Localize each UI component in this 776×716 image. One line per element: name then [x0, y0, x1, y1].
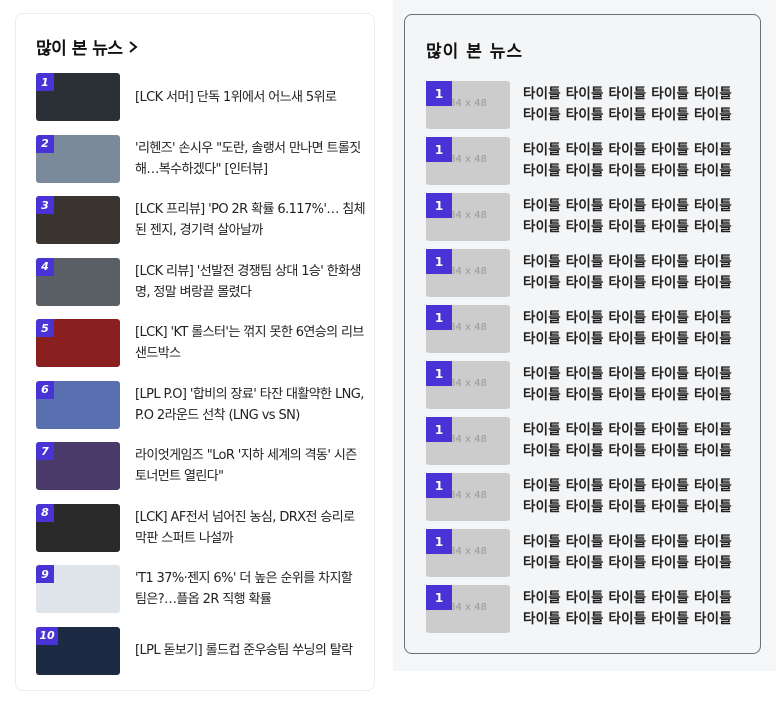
- thumbnail-placeholder: 84 x 48 1: [426, 585, 510, 633]
- rank-badge: 1: [426, 249, 452, 274]
- news-thumbnail: 10: [36, 626, 120, 675]
- rank-badge: 5: [36, 319, 54, 337]
- news-title: [LCK 리뷰] '선발전 경쟁팀 상대 1승' 한화생명, 정말 벼랑끝 몰렸…: [135, 263, 361, 300]
- news-title: 타이틀 타이틀 타이틀 타이틀 타이틀 타이틀 타이틀 타이틀 타이틀 타이틀: [523, 254, 732, 291]
- news-list-item[interactable]: 1 [LCK 서머] 단독 1위에서 어느새 5위로: [36, 72, 366, 122]
- chevron-right-icon: [128, 40, 138, 53]
- rank-badge: 1: [426, 305, 452, 330]
- news-title: 타이틀 타이틀 타이틀 타이틀 타이틀 타이틀 타이틀 타이틀 타이틀 타이틀: [523, 422, 732, 459]
- thumbnail-placeholder: 84 x 48 1: [426, 249, 510, 297]
- news-title: 타이틀 타이틀 타이틀 타이틀 타이틀 타이틀 타이틀 타이틀 타이틀 타이틀: [523, 534, 732, 571]
- news-title: 타이틀 타이틀 타이틀 타이틀 타이틀 타이틀 타이틀 타이틀 타이틀 타이틀: [523, 310, 732, 347]
- news-thumbnail: 5: [36, 319, 120, 367]
- news-list-item[interactable]: 10 [LPL 돋보기] 롤드컵 준우승팀 쑤닝의 탈락: [36, 626, 366, 676]
- rank-badge: 8: [36, 503, 54, 522]
- news-thumbnail: 2: [36, 134, 120, 183]
- placeholder-news-item[interactable]: 84 x 48 1 타이틀 타이틀 타이틀 타이틀 타이틀 타이틀 타이틀 타이틀 …: [426, 249, 741, 297]
- thumbnail-placeholder: 84 x 48 1: [426, 305, 510, 353]
- rank-badge: 1: [426, 473, 452, 498]
- rank-badge: 1: [36, 73, 54, 91]
- news-title: 타이틀 타이틀 타이틀 타이틀 타이틀 타이틀 타이틀 타이틀 타이틀 타이틀: [523, 198, 732, 235]
- most-viewed-news-panel: 많이 본 뉴스 1 [LCK 서머] 단독 1위에서 어느새 5위로 2 '리헨즈' …: [15, 13, 375, 691]
- news-title: 타이틀 타이틀 타이틀 타이틀 타이틀 타이틀 타이틀 타이틀 타이틀 타이틀: [523, 366, 732, 403]
- rank-badge: 7: [36, 442, 54, 460]
- rank-badge: 1: [426, 529, 452, 554]
- rank-badge: 10: [36, 626, 58, 645]
- panel-title: 많이 본 뉴스: [36, 39, 123, 59]
- thumbnail-placeholder: 84 x 48 1: [426, 473, 510, 521]
- news-thumbnail: 8: [36, 503, 120, 552]
- news-list-item[interactable]: 7 라이엇게임즈 "LoR '지하 세계의 격동' 시즌 토너먼트 열린다": [36, 441, 366, 491]
- placeholder-news-panel: 많이 본 뉴스 84 x 48 1 타이틀 타이틀 타이틀 타이틀 타이틀 타이틀 …: [404, 14, 761, 654]
- thumbnail-placeholder: 84 x 48 1: [426, 137, 510, 185]
- news-list-item[interactable]: 9 'T1 37%·젠지 6%' 더 높은 순위를 차지할 팀은?…플옵 2R 직…: [36, 564, 366, 614]
- thumbnail-placeholder: 84 x 48 1: [426, 81, 510, 129]
- placeholder-news-item[interactable]: 84 x 48 1 타이틀 타이틀 타이틀 타이틀 타이틀 타이틀 타이틀 타이틀 …: [426, 81, 741, 129]
- placeholder-news-item[interactable]: 84 x 48 1 타이틀 타이틀 타이틀 타이틀 타이틀 타이틀 타이틀 타이틀 …: [426, 193, 741, 241]
- rank-badge: 1: [426, 81, 452, 106]
- news-title: 타이틀 타이틀 타이틀 타이틀 타이틀 타이틀 타이틀 타이틀 타이틀 타이틀: [523, 590, 732, 627]
- placeholder-news-item[interactable]: 84 x 48 1 타이틀 타이틀 타이틀 타이틀 타이틀 타이틀 타이틀 타이틀 …: [426, 473, 741, 521]
- news-title: '리헨즈' 손시우 "도란, 솔랭서 만나면 트롤짓 해…복수하겠다" [인터뷰…: [135, 140, 361, 177]
- rank-badge: 1: [426, 137, 452, 162]
- rank-badge: 9: [36, 565, 54, 583]
- news-title: 타이틀 타이틀 타이틀 타이틀 타이틀 타이틀 타이틀 타이틀 타이틀 타이틀: [523, 142, 732, 179]
- news-title: [LCK] 'KT 롤스터'는 꺾지 못한 6연승의 리브 샌드박스: [135, 325, 364, 361]
- rank-badge: 4: [36, 257, 54, 276]
- thumbnail-placeholder: 84 x 48 1: [426, 529, 510, 577]
- news-list-item[interactable]: 3 [LCK 프리뷰] 'PO 2R 확률 6.117%'… 침체된 젠지, 경기…: [36, 195, 366, 245]
- news-thumbnail: 7: [36, 442, 120, 490]
- news-list-item[interactable]: 8 [LCK] AF전서 넘어진 농심, DRX전 승리로 막판 스퍼트 나설까: [36, 503, 366, 553]
- placeholder-news-item[interactable]: 84 x 48 1 타이틀 타이틀 타이틀 타이틀 타이틀 타이틀 타이틀 타이틀 …: [426, 529, 741, 577]
- placeholder-news-item[interactable]: 84 x 48 1 타이틀 타이틀 타이틀 타이틀 타이틀 타이틀 타이틀 타이틀 …: [426, 361, 741, 409]
- news-title: [LPL P.O] '합비의 장료' 타잔 대활약한 LNG, P.O 2라운드…: [135, 386, 364, 423]
- rank-badge: 1: [426, 585, 452, 610]
- news-list-item[interactable]: 5 [LCK] 'KT 롤스터'는 꺾지 못한 6연승의 리브 샌드박스: [36, 318, 366, 368]
- news-thumbnail: 1: [36, 73, 120, 121]
- news-list-item[interactable]: 6 [LPL P.O] '합비의 장료' 타잔 대활약한 LNG, P.O 2라운…: [36, 380, 366, 430]
- placeholder-news-item[interactable]: 84 x 48 1 타이틀 타이틀 타이틀 타이틀 타이틀 타이틀 타이틀 타이틀 …: [426, 417, 741, 465]
- placeholder-news-item[interactable]: 84 x 48 1 타이틀 타이틀 타이틀 타이틀 타이틀 타이틀 타이틀 타이틀 …: [426, 305, 741, 353]
- rank-badge: 6: [36, 380, 54, 399]
- placeholder-news-item[interactable]: 84 x 48 1 타이틀 타이틀 타이틀 타이틀 타이틀 타이틀 타이틀 타이틀 …: [426, 585, 741, 633]
- news-title: [LPL 돋보기] 롤드컵 준우승팀 쑤닝의 탈락: [135, 643, 353, 658]
- rank-badge: 3: [36, 196, 54, 214]
- news-title: 타이틀 타이틀 타이틀 타이틀 타이틀 타이틀 타이틀 타이틀 타이틀 타이틀: [523, 86, 732, 123]
- news-title: 'T1 37%·젠지 6%' 더 높은 순위를 차지할 팀은?…플옵 2R 직행…: [135, 571, 353, 607]
- rank-badge: 1: [426, 193, 452, 218]
- news-title: [LCK 프리뷰] 'PO 2R 확률 6.117%'… 침체된 젠지, 경기력…: [135, 202, 366, 238]
- placeholder-news-item[interactable]: 84 x 48 1 타이틀 타이틀 타이틀 타이틀 타이틀 타이틀 타이틀 타이틀 …: [426, 137, 741, 185]
- news-thumbnail: 4: [36, 257, 120, 306]
- news-thumbnail: 3: [36, 196, 120, 244]
- thumbnail-placeholder: 84 x 48 1: [426, 193, 510, 241]
- news-title: 타이틀 타이틀 타이틀 타이틀 타이틀 타이틀 타이틀 타이틀 타이틀 타이틀: [523, 478, 732, 515]
- thumbnail-placeholder: 84 x 48 1: [426, 361, 510, 409]
- news-thumbnail: 6: [36, 380, 120, 429]
- news-title: 라이엇게임즈 "LoR '지하 세계의 격동' 시즌 토너먼트 열린다": [135, 448, 357, 484]
- news-list-item[interactable]: 4 [LCK 리뷰] '선발전 경쟁팀 상대 1승' 한화생명, 정말 벼랑끝 몰…: [36, 257, 366, 307]
- panel-title: 많이 본 뉴스: [426, 42, 524, 62]
- most-viewed-news-link[interactable]: 많이 본 뉴스: [36, 34, 140, 59]
- news-list-item[interactable]: 2 '리헨즈' 손시우 "도란, 솔랭서 만나면 트롤짓 해…복수하겠다" [인터…: [36, 134, 366, 184]
- news-title: [LCK] AF전서 넘어진 농심, DRX전 승리로 막판 스퍼트 나설까: [135, 509, 355, 546]
- rank-badge: 1: [426, 417, 452, 442]
- news-title: [LCK 서머] 단독 1위에서 어느새 5위로: [135, 89, 337, 105]
- rank-badge: 2: [36, 134, 54, 153]
- thumbnail-placeholder: 84 x 48 1: [426, 417, 510, 465]
- rank-badge: 1: [426, 361, 452, 386]
- news-thumbnail: 9: [36, 565, 120, 613]
